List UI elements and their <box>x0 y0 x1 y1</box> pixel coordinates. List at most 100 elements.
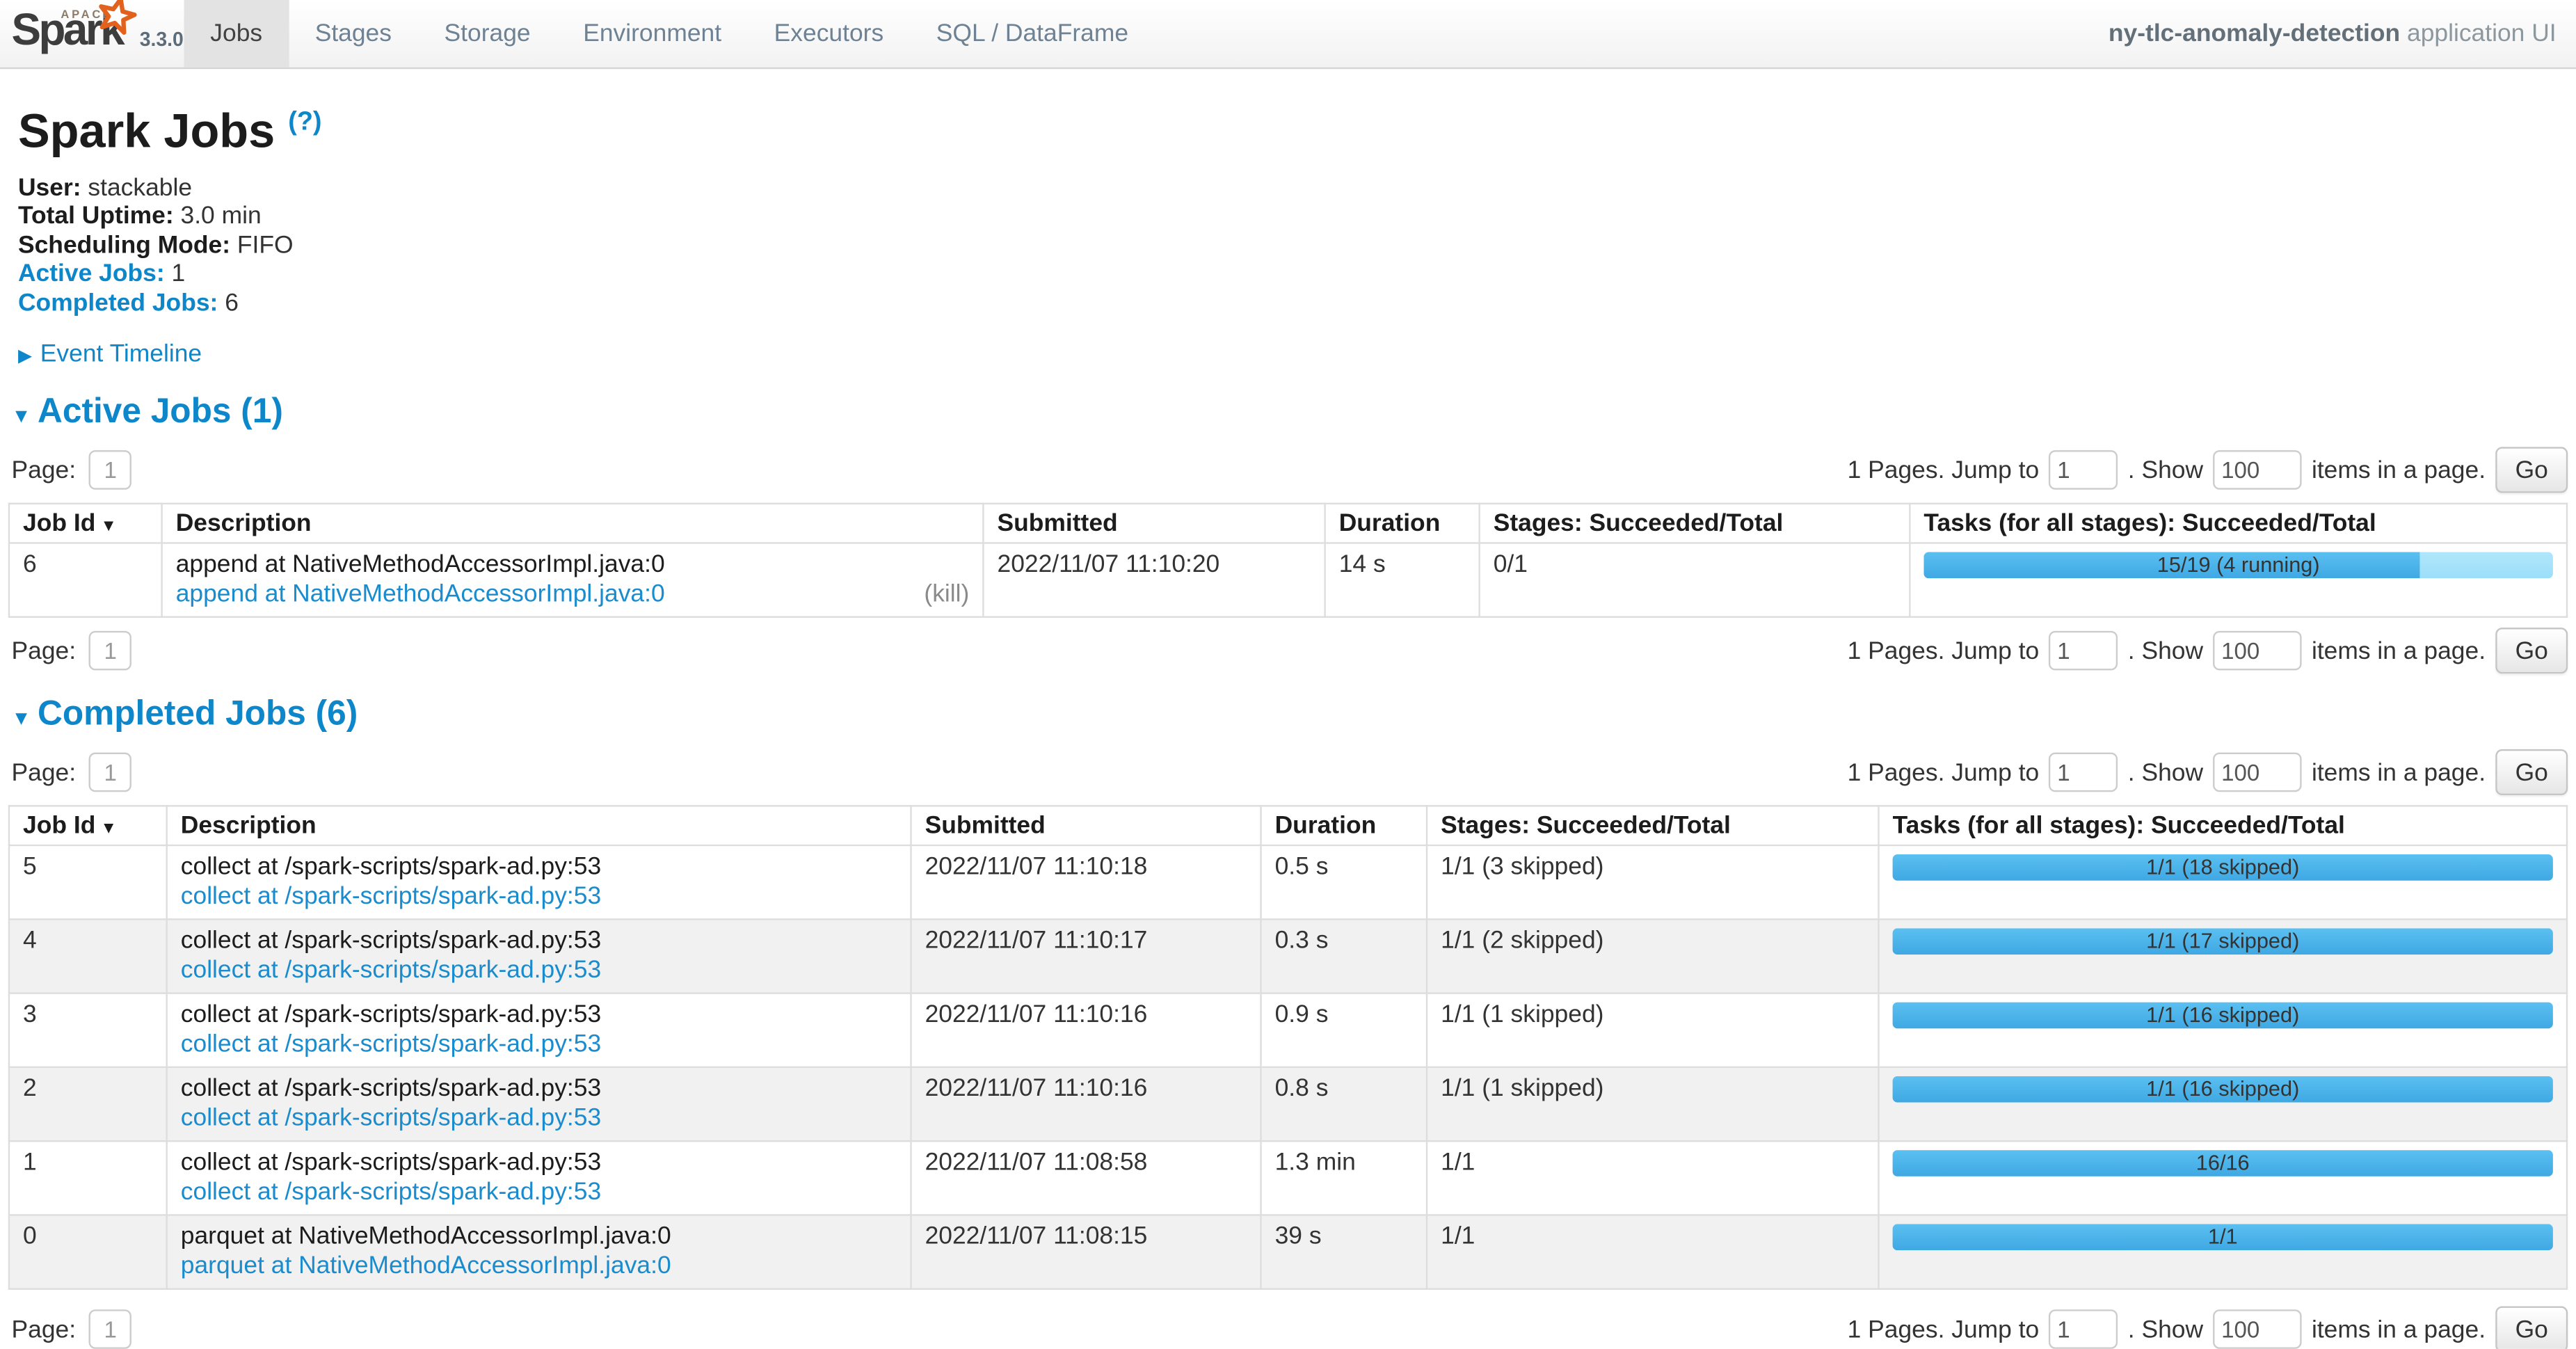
items-per-page-input[interactable] <box>2213 450 2302 490</box>
col-stages[interactable]: Stages: Succeeded/Total <box>1427 806 1878 846</box>
items-text: items in a page. <box>2312 456 2486 484</box>
submitted-cell: 2022/11/07 11:10:16 <box>911 1067 1261 1141</box>
go-button[interactable]: Go <box>2495 1307 2568 1349</box>
progress-label: 1/1 (18 skipped) <box>1893 854 2553 881</box>
tab-environment[interactable]: Environment <box>557 0 747 67</box>
stages-cell: 1/1 (2 skipped) <box>1427 920 1878 993</box>
go-button[interactable]: Go <box>2495 749 2568 795</box>
submitted-cell: 2022/11/07 11:10:20 <box>983 543 1325 617</box>
job-id-cell: 4 <box>9 920 167 993</box>
progress-label: 1/1 <box>1893 1224 2553 1251</box>
col-job-id[interactable]: Job Id▼ <box>9 504 162 543</box>
col-job-id[interactable]: Job Id▼ <box>9 806 167 846</box>
progress-label: 1/1 (17 skipped) <box>1893 929 2553 955</box>
tasks-cell: 16/16 <box>1878 1142 2567 1215</box>
stages-cell: 1/1 <box>1427 1215 1878 1289</box>
items-per-page-input[interactable] <box>2213 753 2302 792</box>
job-id-cell: 6 <box>9 543 162 617</box>
completed-jobs-section-header[interactable]: ▼Completed Jobs (6) <box>12 694 2568 740</box>
stage-link[interactable]: collect at /spark-scripts/spark-ad.py:53 <box>181 957 601 987</box>
active-jobs-table: Job Id▼ Description Submitted Duration S… <box>8 503 2568 618</box>
job-summary-list: User: stackable Total Uptime: 3.0 min Sc… <box>18 174 2568 318</box>
stage-link[interactable]: collect at /spark-scripts/spark-ad.py:53 <box>181 1030 601 1060</box>
completed-pagination-top: Page: 1 Pages. Jump to . Show items in a… <box>8 749 2568 795</box>
page-label: Page: <box>12 456 77 484</box>
go-button[interactable]: Go <box>2495 628 2568 674</box>
jump-to-page-input[interactable] <box>2049 450 2118 490</box>
stage-link[interactable]: collect at /spark-scripts/spark-ad.py:53 <box>181 1179 601 1208</box>
tasks-progress-bar: 16/16 <box>1893 1150 2553 1176</box>
tasks-cell: 1/1 (18 skipped) <box>1878 845 2567 919</box>
spark-version: 3.3.0 <box>140 28 184 51</box>
col-submitted[interactable]: Submitted <box>911 806 1261 846</box>
stage-link[interactable]: collect at /spark-scripts/spark-ad.py:53 <box>181 1104 601 1134</box>
active-jobs-link[interactable]: Active Jobs: <box>18 260 165 288</box>
tasks-progress-bar: 1/1 (18 skipped) <box>1893 854 2553 881</box>
col-duration[interactable]: Duration <box>1325 504 1480 543</box>
col-submitted[interactable]: Submitted <box>983 504 1325 543</box>
jump-to-page-input[interactable] <box>2049 753 2118 792</box>
page-title: Spark Jobs (?) <box>18 95 2568 161</box>
page-number-box[interactable] <box>89 631 131 671</box>
page-number-box[interactable] <box>89 1310 131 1349</box>
completed-job-row: 4 collect at /spark-scripts/spark-ad.py:… <box>9 920 2567 993</box>
col-description[interactable]: Description <box>162 504 984 543</box>
col-description[interactable]: Description <box>167 806 911 846</box>
tab-jobs[interactable]: Jobs <box>184 0 288 67</box>
sort-desc-icon: ▼ <box>100 518 116 536</box>
items-text: items in a page. <box>2312 1316 2486 1343</box>
page-number-box[interactable] <box>89 450 131 490</box>
stage-link[interactable]: parquet at NativeMethodAccessorImpl.java… <box>181 1252 671 1282</box>
application-name: ny-tlc-anomaly-detection <box>2109 19 2400 47</box>
submitted-cell: 2022/11/07 11:10:16 <box>911 993 1261 1067</box>
navbar: Spark APACHE 3.3.0 Jobs Stages Storage E… <box>0 0 2576 69</box>
collapsed-arrow-icon: ▶ <box>18 347 32 367</box>
tab-storage[interactable]: Storage <box>418 0 557 67</box>
expanded-arrow-icon: ▼ <box>12 707 31 730</box>
page-number-box[interactable] <box>89 753 131 792</box>
job-id-cell: 5 <box>9 845 167 919</box>
tab-sql-dataframe[interactable]: SQL / DataFrame <box>910 0 1155 67</box>
event-timeline-toggle[interactable]: ▶Event Timeline <box>18 340 2568 368</box>
active-jobs-section-header[interactable]: ▼Active Jobs (1) <box>12 391 2568 437</box>
nav-tabs: Jobs Stages Storage Environment Executor… <box>184 0 1154 67</box>
col-stages[interactable]: Stages: Succeeded/Total <box>1480 504 1910 543</box>
spark-ui-page: Spark APACHE 3.3.0 Jobs Stages Storage E… <box>0 0 2576 1349</box>
tab-stages[interactable]: Stages <box>289 0 418 67</box>
show-text: . Show <box>2128 456 2203 484</box>
spark-logo[interactable]: Spark APACHE 3.3.0 <box>0 0 184 67</box>
page-label: Page: <box>12 758 77 786</box>
stages-cell: 1/1 <box>1427 1142 1878 1215</box>
items-per-page-input[interactable] <box>2213 631 2302 671</box>
completed-jobs-link[interactable]: Completed Jobs: <box>18 289 218 317</box>
stages-cell: 1/1 (3 skipped) <box>1427 845 1878 919</box>
description-cell: collect at /spark-scripts/spark-ad.py:53… <box>167 920 911 993</box>
items-per-page-input[interactable] <box>2213 1310 2302 1349</box>
summary-scheduling-mode: Scheduling Mode: FIFO <box>18 231 2568 260</box>
jump-to-page-input[interactable] <box>2049 1310 2118 1349</box>
help-link[interactable]: (?) <box>288 109 321 136</box>
kill-link[interactable]: (kill) <box>924 580 969 610</box>
pages-jump-text: 1 Pages. Jump to <box>1848 637 2040 664</box>
jump-to-page-input[interactable] <box>2049 631 2118 671</box>
summary-active-jobs: Active Jobs: 1 <box>18 260 2568 289</box>
active-job-row: 6 append at NativeMethodAccessorImpl.jav… <box>9 543 2567 617</box>
description-cell: collect at /spark-scripts/spark-ad.py:53… <box>167 993 911 1067</box>
job-id-cell: 3 <box>9 993 167 1067</box>
stage-link[interactable]: append at NativeMethodAccessorImpl.java:… <box>176 580 665 610</box>
page-label: Page: <box>12 637 77 664</box>
col-duration[interactable]: Duration <box>1261 806 1427 846</box>
duration-cell: 0.9 s <box>1261 993 1427 1067</box>
go-button[interactable]: Go <box>2495 447 2568 493</box>
stage-link[interactable]: collect at /spark-scripts/spark-ad.py:53 <box>181 883 601 913</box>
summary-completed-jobs: Completed Jobs: 6 <box>18 289 2568 317</box>
col-tasks[interactable]: Tasks (for all stages): Succeeded/Total <box>1910 504 2567 543</box>
pages-jump-text: 1 Pages. Jump to <box>1848 758 2040 786</box>
description-cell: collect at /spark-scripts/spark-ad.py:53… <box>167 1067 911 1141</box>
completed-job-row: 0 parquet at NativeMethodAccessorImpl.ja… <box>9 1215 2567 1289</box>
completed-job-row: 1 collect at /spark-scripts/spark-ad.py:… <box>9 1142 2567 1215</box>
tab-executors[interactable]: Executors <box>748 0 910 67</box>
table-header-row: Job Id▼ Description Submitted Duration S… <box>9 504 2567 543</box>
col-tasks[interactable]: Tasks (for all stages): Succeeded/Total <box>1878 806 2567 846</box>
tasks-cell: 1/1 (17 skipped) <box>1878 920 2567 993</box>
